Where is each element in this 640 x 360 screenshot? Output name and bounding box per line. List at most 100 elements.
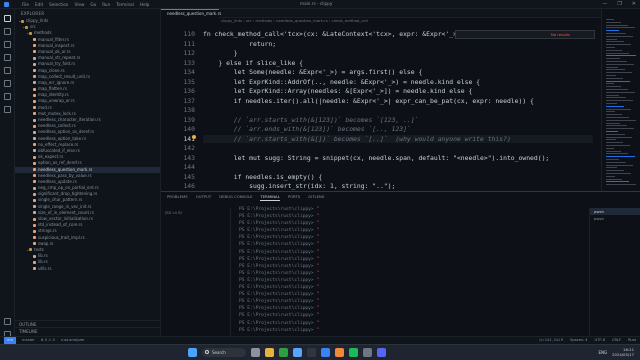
- terminal-output[interactable]: PS E:\Projects\rust\clippy> " PS E:\Proje…: [239, 206, 579, 341]
- remote-icon[interactable]: [3, 80, 11, 87]
- panel-tab-debug-console[interactable]: DEBUG CONSOLE: [219, 192, 252, 201]
- start-icon[interactable]: [188, 348, 197, 357]
- language-indicator[interactable]: ENG: [598, 350, 607, 355]
- rust-file-icon: [33, 69, 36, 72]
- extensions-icon[interactable]: [3, 67, 11, 74]
- menu-item-terminal[interactable]: Terminal: [116, 2, 134, 7]
- panel-tab-problems[interactable]: PROBLEMS: [167, 192, 188, 201]
- code-comment-line[interactable]: // `arr.starts_with(&[123])` becomes `[1…: [203, 116, 419, 124]
- problems-indicator[interactable]: ⊗ 0 ⚠ 0: [41, 337, 55, 344]
- terminal-instance[interactable]: pwsh: [590, 215, 640, 222]
- menu-item-go[interactable]: Go: [90, 2, 96, 7]
- code-line[interactable]: }: [203, 49, 238, 57]
- terminal-instance[interactable]: pwsh: [590, 208, 640, 215]
- panel-tab-ports[interactable]: PORTS: [288, 192, 300, 201]
- files-icon[interactable]: [3, 15, 11, 22]
- tab-active-file[interactable]: needless_question_mark.rs: [161, 9, 221, 18]
- code-line[interactable]: } else if slice_like {: [203, 59, 303, 67]
- rust-file-icon: [33, 87, 36, 91]
- store-icon[interactable]: [293, 348, 302, 357]
- menu-item-run[interactable]: Run: [102, 2, 110, 7]
- minimap[interactable]: [601, 9, 640, 194]
- line-endings[interactable]: CRLF: [612, 337, 621, 344]
- code-editor[interactable]: 110 111 112 133 134 135 136 137 138 139 140 141 142 1…: [161, 28, 601, 191]
- code-line[interactable]: let ExprKind::AddrOf(.., needle: &Expr<'…: [203, 78, 480, 86]
- branch-indicator[interactable]: master: [22, 337, 35, 344]
- panel-tab-output[interactable]: OUTPUT: [196, 192, 211, 201]
- language-server-status[interactable]: rust-analyzer: [61, 337, 85, 344]
- menu-item-help[interactable]: Help: [140, 2, 150, 7]
- run-debug-icon[interactable]: [3, 54, 11, 61]
- code-line[interactable]: let Some(needle: &Expr<'_>) = args.first…: [203, 68, 423, 76]
- tree-item-label: map_flatten.rs: [38, 86, 67, 92]
- minimize-button[interactable]: —: [602, 1, 607, 7]
- code-comment-line[interactable]: // `arr.starts_with(&[])` becomes `[..]`…: [203, 134, 593, 143]
- maximize-button[interactable]: ❐: [617, 1, 621, 7]
- clock-date: 2024/05/17: [612, 352, 634, 357]
- remote-indicator[interactable]: ><: [4, 337, 17, 344]
- terminal-icon[interactable]: [307, 348, 316, 357]
- tree-item-label: lib.rs: [38, 253, 48, 259]
- code-line[interactable]: if needles.is_empty() {: [203, 173, 323, 181]
- terminal-quote: ": [316, 214, 320, 220]
- code-line[interactable]: if needles.iter().all(|needle: &Expr<'_>…: [203, 97, 534, 105]
- code-line[interactable]: return;: [203, 40, 276, 48]
- indentation[interactable]: Spaces: 4: [570, 337, 587, 344]
- outline-section[interactable]: OUTLINE: [15, 320, 160, 327]
- minimap-line: [606, 114, 622, 116]
- cursor-position[interactable]: Ln 141, Col 9: [539, 337, 563, 344]
- tree-item-label: needless_option_as_deref.rs: [38, 129, 95, 135]
- tree-item-label: needless_option_take.rs: [38, 135, 87, 141]
- clock[interactable]: 16:21 2024/05/17: [612, 347, 634, 357]
- minimap-line: [606, 55, 636, 57]
- code-comment-line[interactable]: // `arr.ends_with(&[123])` becomes `[..,…: [203, 125, 411, 133]
- minimap-line: [606, 170, 624, 172]
- steam-icon[interactable]: [363, 348, 372, 357]
- minimap-line: [606, 44, 631, 46]
- spotify-icon[interactable]: [349, 348, 358, 357]
- chrome-icon[interactable]: [335, 348, 344, 357]
- line-number: 145: [183, 172, 195, 181]
- minimap-line: [606, 24, 628, 26]
- tree-item-label: map_clone.rs: [38, 67, 65, 73]
- panel-tab-terminal[interactable]: TERMINAL: [260, 192, 280, 201]
- discord-icon[interactable]: [377, 348, 386, 357]
- account-icon[interactable]: [4, 318, 11, 325]
- minimap-line: [606, 167, 617, 169]
- search-icon[interactable]: [3, 28, 11, 35]
- edge-icon[interactable]: [279, 348, 288, 357]
- rust-file-icon: [33, 223, 36, 227]
- menu-item-selection[interactable]: Selection: [49, 2, 68, 7]
- minimap-line: [606, 145, 630, 146]
- tree-file[interactable]: utils.rs: [15, 266, 160, 272]
- minimap-line: [606, 41, 624, 43]
- breadcrumb[interactable]: clippy_lints › src › methods › needless_…: [161, 18, 601, 24]
- explorer-icon[interactable]: [265, 348, 274, 357]
- code-line[interactable]: let mut sugg: String = snippet(cx, needl…: [203, 154, 550, 162]
- minimap-line: [606, 164, 633, 166]
- minimap-line: [606, 175, 615, 177]
- panel-tab-gitlens[interactable]: GITLENS: [308, 192, 324, 201]
- find-widget[interactable]: No results: [455, 30, 595, 39]
- language-mode[interactable]: Rust: [628, 337, 636, 344]
- menu-item-edit[interactable]: Edit: [35, 2, 43, 7]
- terminal-quote: ": [316, 256, 320, 262]
- source-control-icon[interactable]: [3, 41, 11, 48]
- tree-item-label: needless_question_mark.rs: [38, 166, 93, 172]
- menu-item-view[interactable]: View: [74, 2, 84, 7]
- code-line[interactable]: fn check_method_call<'tcx>(cx: &LateCont…: [203, 30, 468, 38]
- rust-file-icon: [33, 161, 36, 165]
- testing-icon[interactable]: [3, 93, 11, 100]
- menu-item-file[interactable]: File: [22, 2, 29, 7]
- taskbar: Search ENG 16:21 2024/05/17: [0, 344, 640, 360]
- close-button[interactable]: ✕: [632, 1, 636, 7]
- gitlens-icon[interactable]: [3, 106, 11, 113]
- timeline-section[interactable]: TIMELINE: [15, 327, 160, 334]
- code-line[interactable]: let ExprKind::Array(needles: &[Expr<'_>]…: [203, 87, 473, 95]
- vscode-icon[interactable]: [321, 348, 330, 357]
- lightbulb-icon[interactable]: [192, 135, 196, 139]
- code-line[interactable]: sugg.insert_str(idx: 1, string: "..");: [203, 182, 395, 190]
- taskview-icon[interactable]: [251, 348, 260, 357]
- encoding[interactable]: UTF-8: [595, 337, 605, 344]
- taskbar-search[interactable]: Search: [202, 348, 246, 357]
